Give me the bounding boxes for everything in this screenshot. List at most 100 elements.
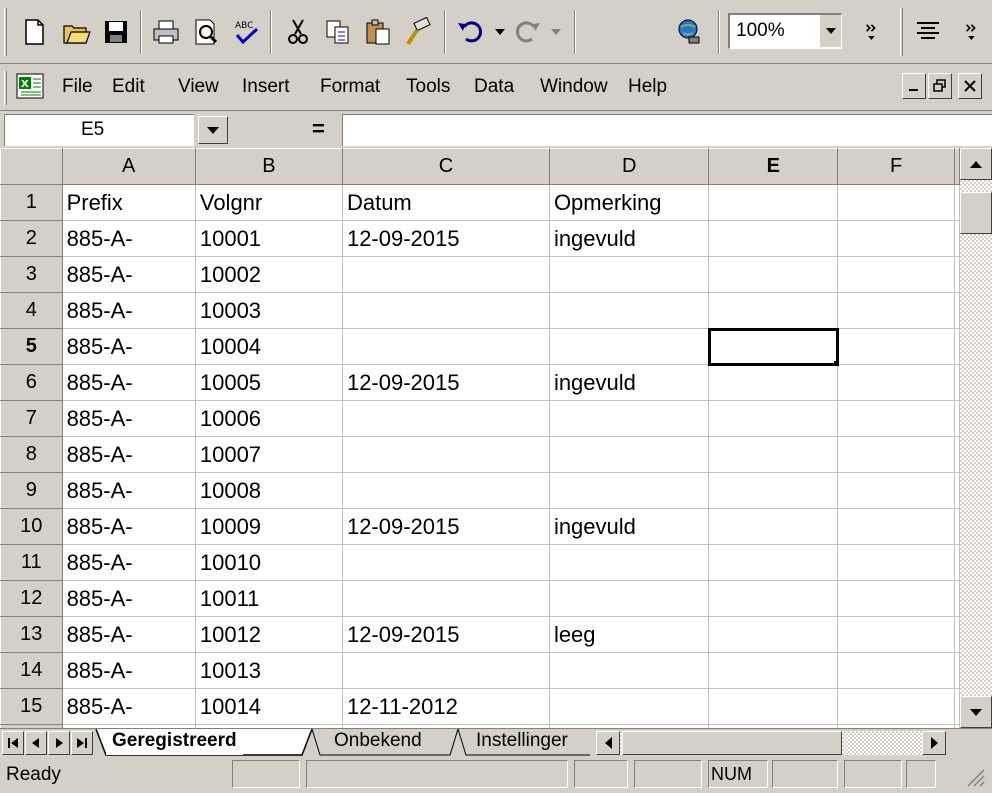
cell-d14[interactable] [548,652,710,689]
cell-d1[interactable]: Opmerking [548,184,710,221]
menu-grip[interactable] [4,71,7,105]
cell-overflow[interactable] [954,256,960,293]
cell-c11[interactable] [341,544,550,581]
row-header[interactable]: 1 [0,184,63,221]
save-icon[interactable] [96,10,136,54]
cell-c14[interactable] [341,652,550,689]
column-header-b[interactable]: B [194,148,343,185]
cell-overflow[interactable] [954,220,960,257]
cell-d4[interactable] [548,292,710,329]
cell-b8[interactable]: 10007 [194,436,343,473]
cell-overflow[interactable] [954,688,960,725]
cell-c4[interactable] [341,292,550,329]
menu-window[interactable]: Window [540,76,608,98]
cell-b1[interactable]: Volgnr [194,184,343,221]
cell-f3[interactable] [837,256,955,293]
scroll-right-icon[interactable] [922,731,946,755]
cell-a15[interactable]: 885-A- [61,688,196,725]
row-header[interactable]: 15 [0,688,63,725]
column-header-overflow[interactable] [954,148,960,185]
column-header-c[interactable]: C [341,148,550,185]
menu-view[interactable]: View [178,76,219,98]
cell-c8[interactable] [341,436,550,473]
row-header[interactable]: 10 [0,508,63,545]
undo-dropdown-arrow[interactable] [492,10,508,54]
scroll-up-icon[interactable] [960,148,992,180]
sheet-tab-instellingen[interactable]: Instellinger [470,729,592,755]
cell-b5[interactable]: 10004 [194,328,343,365]
cell-d6[interactable]: ingevuld [548,364,710,401]
cell-a8[interactable]: 885-A- [61,436,196,473]
cell-a1[interactable]: Prefix [61,184,196,221]
previous-sheet-icon[interactable] [25,731,47,755]
cell-b4[interactable]: 10003 [194,292,343,329]
last-sheet-icon[interactable] [71,731,93,755]
cell-overflow[interactable] [954,652,960,689]
cell-b12[interactable]: 10011 [194,580,343,617]
cell-overflow[interactable] [954,580,960,617]
cell-d2[interactable]: ingevuld [548,220,710,257]
resize-grip-icon[interactable] [964,766,986,793]
cell-d15[interactable] [548,688,710,725]
cell-a6[interactable]: 885-A- [61,364,196,401]
cell-b15[interactable]: 10014 [194,688,343,725]
horizontal-scroll-thumb[interactable] [622,731,842,755]
cell-c7[interactable] [341,400,550,437]
cell-b7[interactable]: 10006 [194,400,343,437]
vertical-scroll-thumb[interactable] [960,192,992,234]
cell-d9[interactable] [548,472,710,509]
paste-icon[interactable] [358,10,398,54]
cell-e10[interactable] [708,508,839,545]
cell-e4[interactable] [708,292,839,329]
cell-e3[interactable] [708,256,839,293]
cell-d3[interactable] [548,256,710,293]
cell-c12[interactable] [341,580,550,617]
print-preview-icon[interactable] [186,10,226,54]
row-header[interactable]: 4 [0,292,63,329]
formula-input[interactable] [342,114,992,146]
menu-tools[interactable]: Tools [406,76,450,98]
cell-f6[interactable] [837,364,955,401]
cell-f10[interactable] [837,508,955,545]
row-header[interactable]: 3 [0,256,63,293]
row-header[interactable]: 2 [0,220,63,257]
menu-help[interactable]: Help [628,76,667,98]
cell-overflow[interactable] [954,436,960,473]
redo-dropdown-arrow[interactable] [548,10,564,54]
cell-d11[interactable] [548,544,710,581]
toolbar-grip[interactable] [900,8,903,56]
row-header[interactable]: 8 [0,436,63,473]
cell-a11[interactable]: 885-A- [61,544,196,581]
cell-f5[interactable] [837,328,955,365]
sheet-tab-geregistreerd[interactable]: Geregistreerd [106,729,243,755]
cell-c1[interactable]: Datum [341,184,550,221]
cell-d7[interactable] [548,400,710,437]
scroll-left-icon[interactable] [596,731,620,755]
column-header-d[interactable]: D [548,148,710,185]
cell-overflow[interactable] [954,184,960,221]
cell-f13[interactable] [837,616,955,653]
cell-e12[interactable] [708,580,839,617]
cell-b13[interactable]: 10012 [194,616,343,653]
copy-icon[interactable] [318,10,358,54]
cell-c13[interactable]: 12-09-2015 [341,616,550,653]
row-header[interactable]: 12 [0,580,63,617]
cell-b9[interactable]: 10008 [194,472,343,509]
cell-a3[interactable]: 885-A- [61,256,196,293]
menu-data[interactable]: Data [474,76,514,98]
cell-e15[interactable] [708,688,839,725]
cell-overflow[interactable] [954,616,960,653]
cell-a13[interactable]: 885-A- [61,616,196,653]
hyperlink-icon[interactable] [670,10,710,54]
cell-e14[interactable] [708,652,839,689]
zoom-dropdown-arrow[interactable] [819,15,841,47]
close-icon[interactable] [958,73,982,99]
cell-d10[interactable]: ingevuld [548,508,710,545]
select-all-corner[interactable] [0,148,63,185]
next-sheet-icon[interactable] [48,731,70,755]
new-icon[interactable] [14,10,54,54]
cell-overflow[interactable] [954,508,960,545]
fill-handle[interactable] [834,361,837,364]
cell-f11[interactable] [837,544,955,581]
cell-f15[interactable] [837,688,955,725]
